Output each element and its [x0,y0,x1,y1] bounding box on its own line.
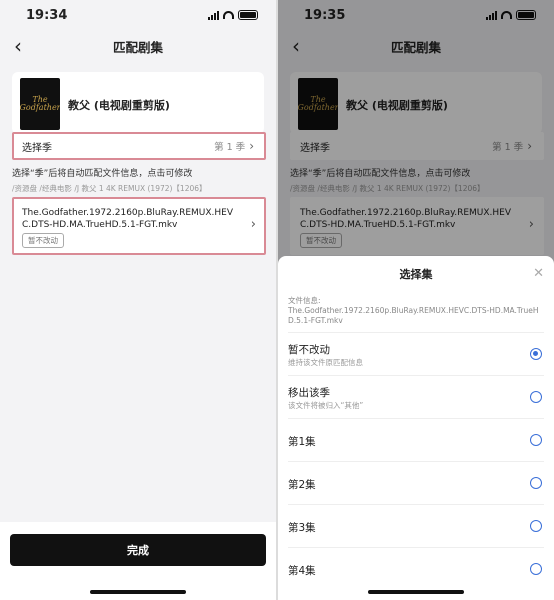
file-status-tag: 暂不改动 [22,233,64,248]
radio-icon[interactable] [530,477,542,489]
episode-sheet: 选择集 ✕ 文件信息: The.Godfather.1972.2160p.Blu… [278,256,554,600]
status-time: 19:34 [26,7,68,23]
sheet-file-info: 文件信息: The.Godfather.1972.2160p.BluRay.RE… [288,296,544,333]
sheet-header: 选择集 ✕ [278,256,554,292]
wifi-icon [223,11,234,19]
file-name: The.Godfather.1972.2160p.BluRay.REMUX.HE… [22,208,234,230]
movie-card: The Godfather 教父 (电视剧重剪版) [12,72,264,134]
radio-checked-icon[interactable] [530,348,542,360]
file-info-label: 文件信息: [288,296,321,305]
option-episode-2[interactable]: 第2集 [288,462,544,505]
option-label: 第2集 [288,479,316,491]
option-label: 暂不改动 [288,344,330,356]
signal-icon [208,10,219,20]
option-desc: 维持该文件原匹配信息 [288,358,363,367]
nav-bar: ‹ 匹配剧集 [0,30,276,62]
hint-text: 选择“季”后将自动匹配文件信息，点击可修改 [12,169,193,179]
page-title: 匹配剧集 [112,39,163,55]
file-card[interactable]: The.Godfather.1972.2160p.BluRay.REMUX.HE… [12,197,266,255]
option-label: 第1集 [288,436,316,448]
option-label: 第4集 [288,565,316,577]
radio-icon[interactable] [530,434,542,446]
status-bar: 19:34 [0,0,276,30]
radio-icon[interactable] [530,391,542,403]
home-indicator [368,590,464,594]
option-label: 第3集 [288,522,316,534]
close-icon[interactable]: ✕ [533,266,544,281]
back-chevron-icon[interactable]: ‹ [8,34,28,58]
option-episode-3[interactable]: 第3集 [288,505,544,548]
movie-title: 教父 (电视剧重剪版) [68,99,170,112]
movie-poster: The Godfather [20,78,60,130]
option-episode-4[interactable]: 第4集 [288,548,544,591]
option-keep[interactable]: 暂不改动 维持该文件原匹配信息 [288,333,544,376]
done-button[interactable]: 完成 [10,534,266,566]
radio-icon[interactable] [530,520,542,532]
season-selector[interactable]: 选择季 第 1 季 › [12,132,266,160]
status-icons [208,10,258,20]
sheet-title: 选择集 [399,268,433,281]
option-label: 移出该季 [288,387,330,399]
home-indicator [90,590,186,594]
right-screen: 19:35 ‹ 匹配剧集 The Godfather 教父 (电视剧重剪版) 选… [278,0,554,600]
file-info-value: The.Godfather.1972.2160p.BluRay.REMUX.HE… [288,306,539,325]
chevron-right-icon: › [249,139,254,153]
left-screen: 19:34 ‹ 匹配剧集 The Godfather 教父 (电视剧重剪版) 选… [0,0,276,600]
chevron-right-icon: › [250,217,256,232]
bottom-bar: 完成 [0,522,276,600]
battery-icon [238,10,258,20]
option-desc: 该文件将被归入“其他” [288,401,364,410]
file-path: /资源盘 /经典电影 /J 教父 1 4K REMUX (1972)【1206】 [12,184,207,193]
radio-icon[interactable] [530,563,542,575]
season-value: 第 1 季 [214,142,246,153]
season-label: 选择季 [22,142,52,154]
option-episode-1[interactable]: 第1集 [288,419,544,462]
option-remove-from-season[interactable]: 移出该季 该文件将被归入“其他” [288,376,544,419]
